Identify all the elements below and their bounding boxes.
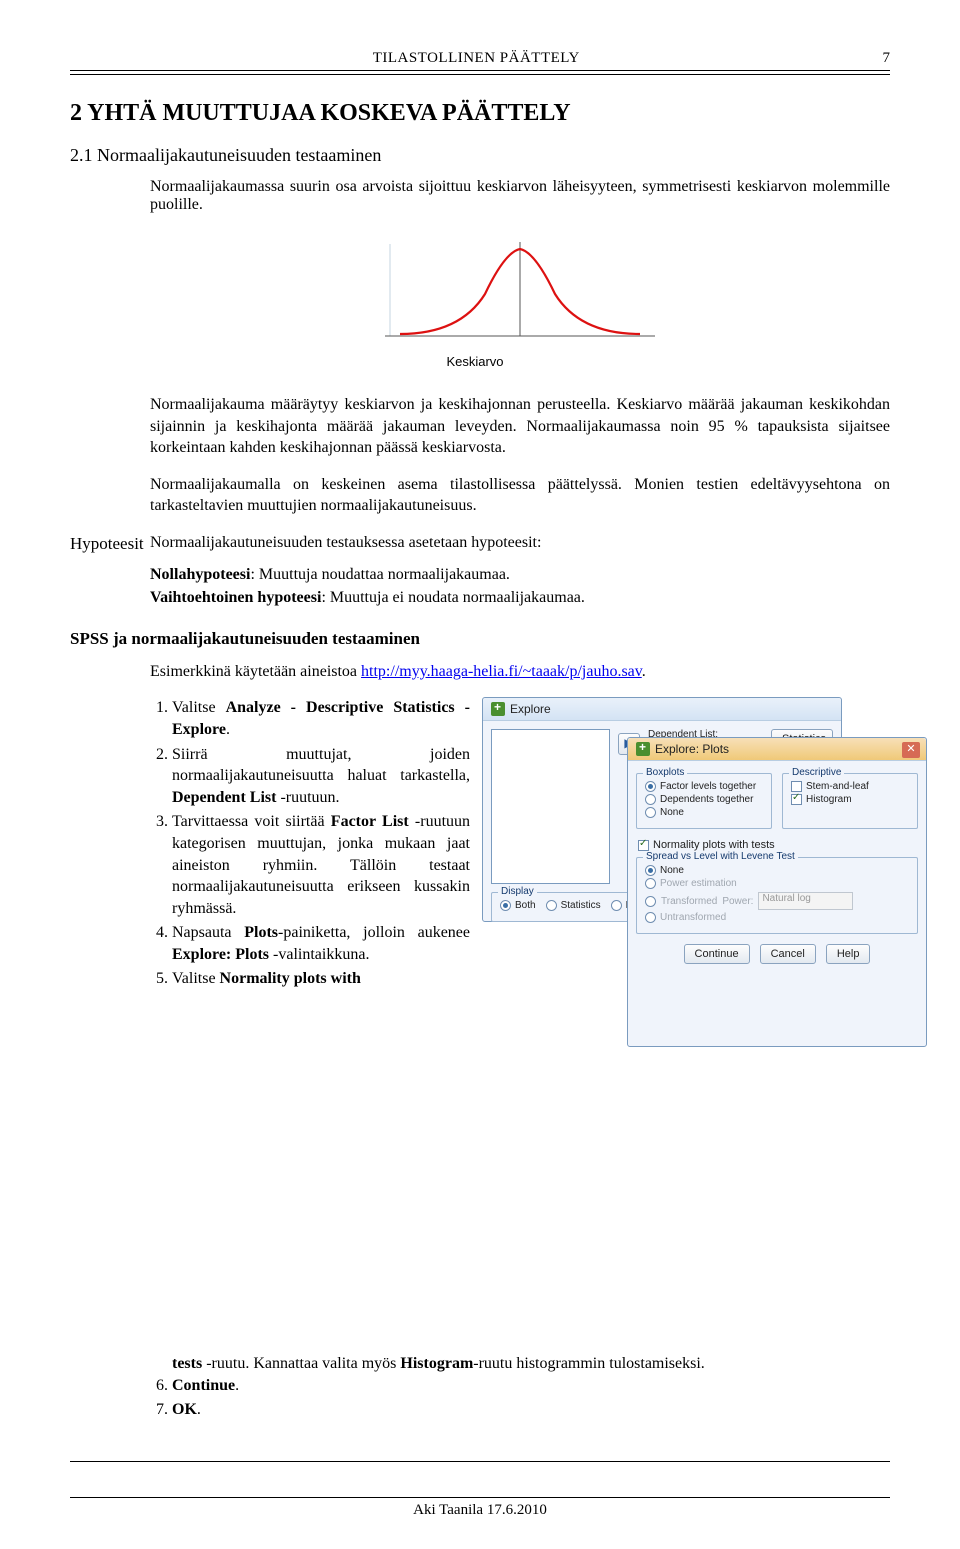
power-select: Natural log <box>758 892 853 910</box>
bell-curve-figure: Keskiarvo <box>150 234 890 369</box>
alt-hypothesis: Vaihtoehtoinen hypoteesi: Muuttuja ei no… <box>150 587 890 609</box>
radio-dependents[interactable] <box>645 794 656 805</box>
spread-group: Spread vs Level with Levene Test None Po… <box>636 857 918 934</box>
heading-1: 2 YHTÄ MUUTTUJAA KOSKEVA PÄÄTTELY <box>70 100 890 127</box>
steps-continued: tests -ruutu. Kannattaa valita myös Hist… <box>150 1353 890 1421</box>
step-4: Napsauta Plots-painiketta, jolloin auken… <box>172 922 470 965</box>
chk-normality[interactable] <box>638 840 649 851</box>
example-line: Esimerkkinä käytetään aineistoa http://m… <box>150 661 890 683</box>
heading-3: SPSS ja normaalijakautuneisuuden testaam… <box>70 629 890 649</box>
header-title: TILASTOLLINEN PÄÄTTELY <box>373 50 580 67</box>
radio-none[interactable] <box>645 807 656 818</box>
example-link[interactable]: http://myy.haaga-helia.fi/~taaak/p/jauho… <box>361 663 642 680</box>
step-5: Valitse Normality plots with <box>172 968 470 990</box>
continue-button[interactable]: Continue <box>684 944 750 964</box>
paragraph-1: Normaalijakauma määräytyy keskiarvon ja … <box>150 394 890 459</box>
plots-title-bar[interactable]: Explore: Plots ✕ <box>628 738 926 761</box>
radio-factor-levels[interactable] <box>645 781 656 792</box>
hypotheses-intro: Normaalijakautuneisuuden testauksessa as… <box>150 532 890 554</box>
dialog-title-bar[interactable]: Explore <box>483 698 841 721</box>
normality-label: Normality plots with tests <box>653 839 775 851</box>
chk-histogram[interactable] <box>791 794 802 805</box>
radio-power-est <box>645 878 656 889</box>
step-6: Continue. <box>172 1375 890 1397</box>
heading-2: 2.1 Normaalijakautuneisuuden testaaminen <box>70 145 890 166</box>
bell-label: Keskiarvo <box>60 354 890 369</box>
alt-label: Vaihtoehtoinen hypoteesi <box>150 589 321 606</box>
null-label: Nollahypoteesi <box>150 566 250 583</box>
dialog-title: Explore <box>510 702 551 716</box>
hypotheses-label: Hypoteesit <box>70 534 150 554</box>
radio-statistics[interactable] <box>546 900 557 911</box>
app-icon <box>491 702 505 716</box>
bell-curve-icon <box>380 234 660 354</box>
display-group-title: Display <box>498 886 537 897</box>
step-3: Tarvittaessa voit siirtää Factor List -r… <box>172 811 470 919</box>
close-icon[interactable]: ✕ <box>902 742 920 758</box>
page-number: 7 <box>882 50 890 67</box>
radio-untransformed <box>645 912 656 923</box>
step-2: Siirrä muuttujat, joiden normaalijakautu… <box>172 744 470 809</box>
radio-transformed <box>645 896 656 907</box>
footer: Aki Taanila 17.6.2010 <box>70 1497 890 1519</box>
variable-listbox[interactable] <box>491 729 610 884</box>
null-hypothesis: Nollahypoteesi: Muuttuja noudattaa norma… <box>150 564 890 586</box>
intro-paragraph: Normaalijakaumassa suurin osa arvoista s… <box>150 178 890 214</box>
descriptive-group: Descriptive Stem-and-leaf Histogram <box>782 773 918 829</box>
explore-plots-dialog[interactable]: Explore: Plots ✕ Boxplots Factor levels … <box>627 737 927 1047</box>
plots-dialog-title: Explore: Plots <box>655 742 729 756</box>
step-7: OK. <box>172 1399 890 1421</box>
app-icon <box>636 742 650 756</box>
radio-spread-none[interactable] <box>645 865 656 876</box>
help-button[interactable]: Help <box>826 944 871 964</box>
cancel-button[interactable]: Cancel <box>760 944 816 964</box>
boxplots-group: Boxplots Factor levels together Dependen… <box>636 773 772 829</box>
chk-stem-leaf[interactable] <box>791 781 802 792</box>
radio-both[interactable] <box>500 900 511 911</box>
paragraph-2: Normaalijakaumalla on keskeinen asema ti… <box>150 474 890 517</box>
radio-plots[interactable] <box>611 900 622 911</box>
step-list: Valitse Analyze - Descriptive Statistics… <box>150 697 470 990</box>
step-1: Valitse Analyze - Descriptive Statistics… <box>172 697 470 740</box>
page-header: TILASTOLLINEN PÄÄTTELY 7 <box>70 50 890 71</box>
